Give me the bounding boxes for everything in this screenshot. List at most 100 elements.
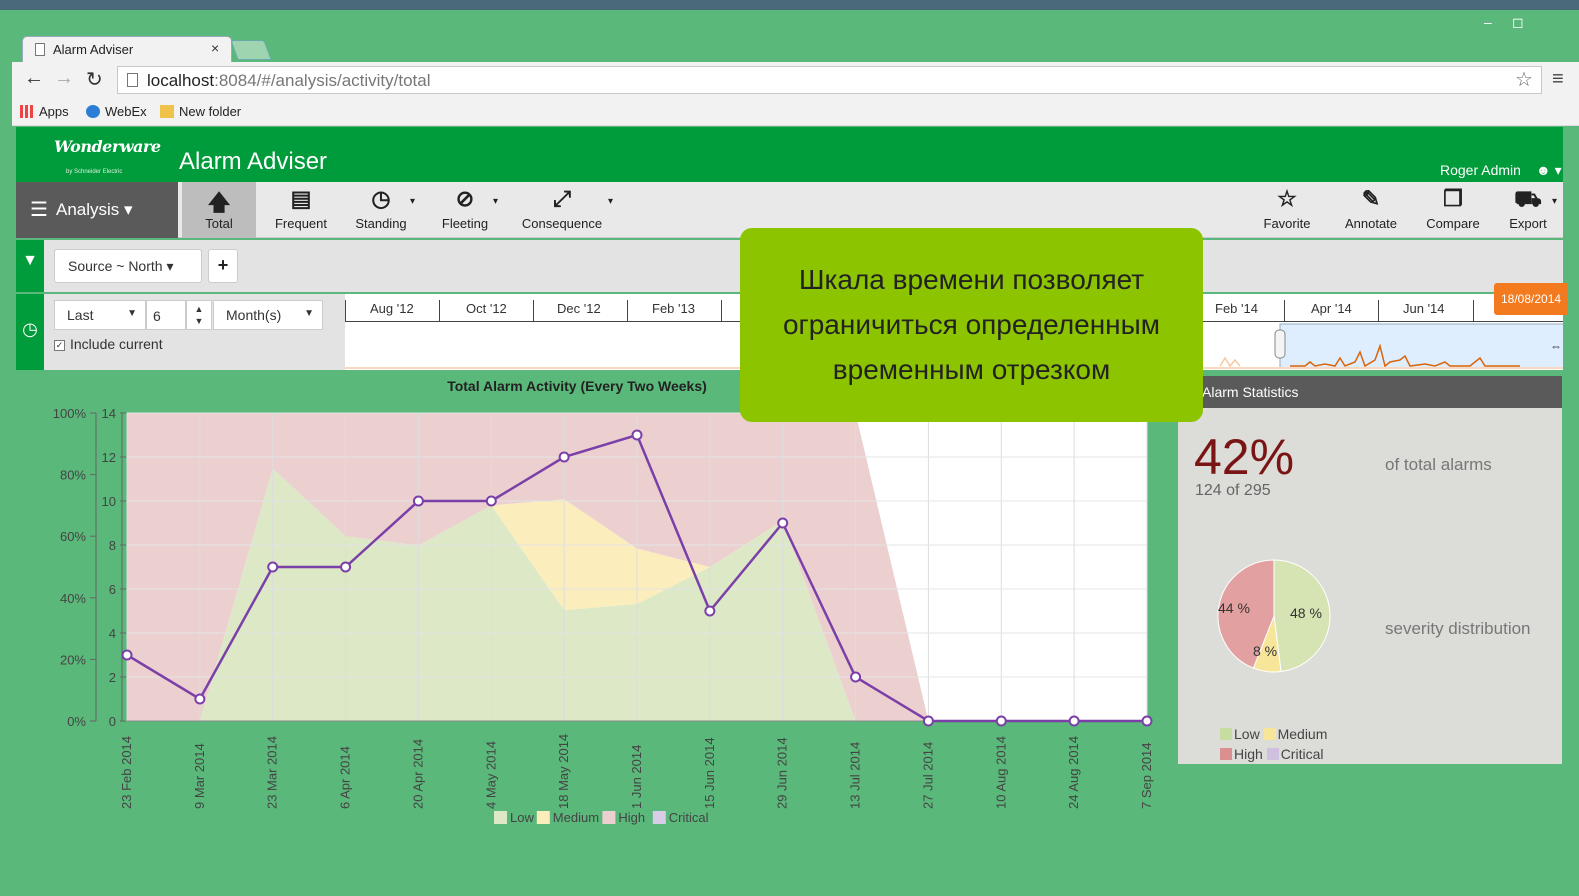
filter-icon[interactable]: ▼ <box>16 240 44 292</box>
data-point[interactable] <box>922 715 934 727</box>
y-right-tick-label: 12 <box>102 450 116 465</box>
standing-dropdown-icon[interactable]: ▾ <box>410 196 415 207</box>
browser-tab[interactable]: Alarm Adviser × <box>22 36 232 62</box>
tool-fleeting[interactable]: ⊘ ▾ Fleeting <box>431 182 499 238</box>
favorite-button[interactable]: ☆ Favorite <box>1258 182 1316 238</box>
x-tick-label: 24 Aug 2014 <box>1066 736 1081 809</box>
timeline-tick <box>439 300 440 322</box>
legend-label[interactable]: High <box>618 810 645 825</box>
consequence-dropdown-icon[interactable]: ▾ <box>608 196 613 207</box>
tool-label: Export <box>1509 216 1547 231</box>
timeline-tick <box>721 300 722 322</box>
user-name[interactable]: Roger Admin <box>1440 162 1521 178</box>
stat-count: 124 of 295 <box>1195 482 1271 499</box>
hamburger-icon: ☰ <box>30 199 48 221</box>
x-tick-label: 6 Apr 2014 <box>338 746 353 809</box>
data-point[interactable] <box>121 649 133 661</box>
bookmark-label: Apps <box>39 104 69 119</box>
range-count-input[interactable]: 6 <box>146 300 186 330</box>
source-filter-dropdown[interactable]: Source ~ North ▾ <box>54 249 202 283</box>
bookmark-apps[interactable]: Apps <box>20 104 69 119</box>
data-point[interactable] <box>558 451 570 463</box>
tool-label: Consequence <box>521 216 603 231</box>
fleeting-dropdown-icon[interactable]: ▾ <box>493 196 498 207</box>
legend-label[interactable]: Medium <box>553 810 599 825</box>
data-point[interactable] <box>850 671 862 683</box>
legend-label[interactable]: Critical <box>669 810 709 825</box>
stats-panel-title: al Alarm Statistics <box>1178 376 1562 408</box>
legend-item-low[interactable]: Low <box>1220 726 1260 742</box>
compare-button[interactable]: ❐ Compare <box>1420 182 1486 238</box>
y-left-tick-label: 20% <box>60 652 86 667</box>
export-button[interactable]: ⛟ ▾ Export <box>1502 182 1557 238</box>
forward-icon[interactable]: → <box>54 67 74 90</box>
address-bar[interactable]: localhost:8084/#/analysis/activity/total <box>117 66 1542 94</box>
data-point[interactable] <box>1141 715 1153 727</box>
new-tab-button[interactable] <box>230 40 272 60</box>
callout-line: временным отрезком <box>832 354 1111 385</box>
range-unit-select[interactable]: Month(s) ▼ <box>213 300 323 330</box>
timeline-selection[interactable] <box>1279 323 1563 369</box>
bookmark-star-icon[interactable]: ☆ <box>1515 67 1533 92</box>
clock-icon: ◷ <box>16 294 44 370</box>
y-left-tick-label: 0% <box>67 714 86 729</box>
spinner-icon[interactable]: ▲ ▼ <box>186 300 212 330</box>
timeline-left-handle[interactable] <box>1274 329 1286 359</box>
timeline-tick <box>1284 300 1285 322</box>
x-tick-label: 13 Jul 2014 <box>848 742 863 809</box>
data-point[interactable] <box>995 715 1007 727</box>
include-current-checkbox[interactable]: ✓ Include current <box>54 336 163 352</box>
bookmark-webex[interactable]: WebEx <box>86 104 147 119</box>
data-point[interactable] <box>267 561 279 573</box>
caret-down-icon: ▼ <box>127 308 137 319</box>
legend-swatch <box>536 811 550 824</box>
callout-line: ограничиться определенным <box>782 309 1161 340</box>
tool-total[interactable]: 🡅 Total <box>182 182 256 238</box>
annotate-button[interactable]: ✎ Annotate <box>1338 182 1404 238</box>
legend-item-critical[interactable]: Critical <box>1266 746 1323 762</box>
tool-consequence[interactable]: ⤢ ▾ Consequence <box>516 182 613 238</box>
browser-menu-icon[interactable]: ≡ <box>1552 68 1564 91</box>
maximize-icon[interactable]: ◻ <box>1512 14 1524 31</box>
timeline-label: Jun '14 <box>1403 301 1445 316</box>
data-point[interactable] <box>631 429 643 441</box>
legend-label[interactable]: Low <box>510 810 534 825</box>
tool-frequent[interactable]: ▤ Frequent <box>266 182 336 238</box>
data-point[interactable] <box>340 561 352 573</box>
bookmark-new-folder[interactable]: New folder <box>160 104 241 119</box>
x-tick-label: 1 Jun 2014 <box>629 745 644 809</box>
url-text: localhost:8084/#/analysis/activity/total <box>147 71 431 91</box>
add-filter-button[interactable]: + <box>208 249 238 283</box>
data-point[interactable] <box>412 495 424 507</box>
legend-item-medium[interactable]: Medium <box>1263 726 1327 742</box>
legend-swatch <box>1220 748 1232 760</box>
data-point[interactable] <box>1068 715 1080 727</box>
data-point[interactable] <box>777 517 789 529</box>
star-icon: ☆ <box>1277 186 1297 211</box>
clock-icon: ◷ <box>371 186 391 211</box>
data-point[interactable] <box>194 693 206 705</box>
legend-item-high[interactable]: High <box>1220 746 1263 762</box>
export-dropdown-icon[interactable]: ▾ <box>1552 196 1557 207</box>
folder-icon <box>160 105 174 118</box>
minimize-icon[interactable]: – <box>1484 14 1492 30</box>
timeline-label: Oct '12 <box>466 301 507 316</box>
timeline-right-handle-icon[interactable]: ⇔ <box>1550 339 1562 353</box>
app-header: Wonderware by Schneider Electric Alarm A… <box>16 127 1563 182</box>
wonderware-logo[interactable]: Wonderware <box>54 137 161 156</box>
total-alarm-activity-chart: Total Alarm Activity (Every Two Weeks)02… <box>53 378 1154 825</box>
data-point[interactable] <box>485 495 497 507</box>
back-icon[interactable]: ← <box>24 67 44 90</box>
bookmark-label: WebEx <box>105 104 147 119</box>
pie-label-high: 44 % <box>1218 600 1250 616</box>
screen: Alarm Adviser × – ◻ ✕ ← → ↻ localhost:80… <box>0 0 1579 896</box>
copy-icon: ❐ <box>1443 186 1463 211</box>
tool-standing[interactable]: ◷ ▾ Standing <box>346 182 416 238</box>
timeline-callout: Шкала времени позволяет ограничиться опр… <box>740 228 1203 422</box>
data-point[interactable] <box>704 605 716 617</box>
reload-icon[interactable]: ↻ <box>86 67 103 92</box>
analysis-menu-button[interactable]: ☰ Analysis ▾ <box>16 182 178 238</box>
tab-close-icon[interactable]: × <box>211 40 219 56</box>
user-icon[interactable]: ☻ ▾ <box>1536 162 1562 179</box>
range-mode-select[interactable]: Last ▼ <box>54 300 146 330</box>
